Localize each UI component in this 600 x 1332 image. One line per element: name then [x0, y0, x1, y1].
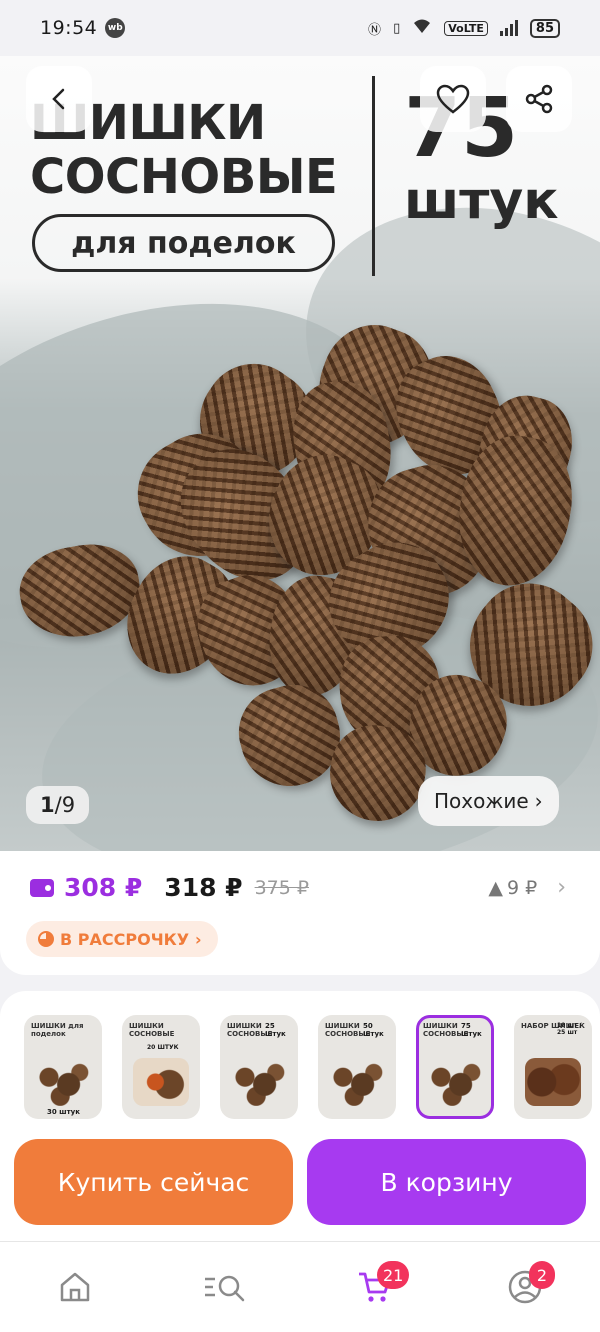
image-counter-total: /9: [54, 793, 76, 817]
nav-profile[interactable]: 2: [495, 1257, 555, 1317]
wifi-icon: [412, 18, 432, 38]
nav-cart[interactable]: 21: [345, 1257, 410, 1317]
add-to-cart-button[interactable]: В корзину: [307, 1139, 586, 1225]
status-time: 19:54: [40, 17, 98, 39]
nav-home[interactable]: [45, 1257, 105, 1317]
image-count-unit: штук: [404, 171, 559, 231]
wallet-price: 308 ₽: [64, 873, 143, 902]
variant-thumbnail-selected[interactable]: ШИШКИ СОСНОВЫЕ 75 штук: [416, 1015, 494, 1119]
variant-thumbnail[interactable]: ШИШКИ СОСНОВЫЕ 50 штук: [318, 1015, 396, 1119]
bottom-nav: 21 2: [0, 1241, 600, 1332]
variant-thumbnail[interactable]: НАБОР ШИШЕК 10 шт / 25 шт: [514, 1015, 592, 1119]
image-counter: 1 /9: [26, 786, 90, 824]
status-bar: 19:54 wb Ⓝ ▯ VoLTE 85: [0, 0, 600, 56]
chevron-right-icon[interactable]: ›: [557, 875, 566, 900]
variant-note: 20 ШТУК: [147, 1044, 179, 1051]
variant-image: [35, 1058, 91, 1106]
price-card: 308 ₽ 318 ₽ 375 ₽ ▲ 9 ₽ › В РАССРОЧКУ ›: [0, 851, 600, 975]
installment-button[interactable]: В РАССРОЧКУ ›: [26, 921, 218, 957]
triangle-up-icon: ▲: [488, 876, 503, 899]
variant-image: [329, 1058, 385, 1106]
price-history-button[interactable]: ▲ 9 ₽: [488, 877, 537, 899]
variant-title: ШИШКИ СОСНОВЫЕ: [129, 1022, 175, 1038]
variant-note: 75 штук: [461, 1022, 482, 1038]
status-icons: Ⓝ ▯ VoLTE 85: [368, 18, 560, 38]
profile-notification-badge: 2: [529, 1261, 555, 1289]
cart-count-badge: 21: [377, 1261, 410, 1289]
installment-label: В РАССРОЧКУ: [60, 929, 190, 949]
variant-note: 10 шт / 25 шт: [557, 1022, 582, 1036]
pie-chart-icon: [38, 931, 54, 947]
product-image[interactable]: ШИШКИ СОСНОВЫЕ для поделок 75 штук 1 /9 …: [0, 56, 600, 851]
share-icon: [525, 84, 553, 114]
nav-catalog[interactable]: [195, 1257, 255, 1317]
image-counter-current: 1: [40, 793, 55, 817]
variant-note: 30 штук: [47, 1108, 80, 1116]
battery-icon: 85: [529, 18, 560, 38]
price-drop-value: 9 ₽: [506, 876, 538, 899]
image-title-line2: СОСНОВЫЕ: [30, 149, 338, 205]
variant-image: [525, 1058, 581, 1106]
purchase-actions: Купить сейчас В корзину: [14, 1139, 586, 1225]
similar-button[interactable]: Похожие ›: [418, 776, 559, 826]
nfc-icon: Ⓝ: [368, 22, 382, 38]
variant-title: ШИШКИ для поделок: [31, 1022, 84, 1038]
wallet-icon: [30, 878, 54, 897]
variant-image: [133, 1058, 189, 1106]
catalog-search-icon: [205, 1275, 245, 1302]
variant-thumbnail[interactable]: ШИШКИ СОСНОВЫЕ 20 ШТУК: [122, 1015, 200, 1119]
current-price: 318 ₽: [164, 873, 243, 902]
variant-image: [231, 1058, 287, 1106]
old-price: 375 ₽: [254, 876, 309, 899]
volte-badge: VoLTE: [444, 20, 488, 36]
vibrate-icon: ▯: [393, 20, 401, 36]
image-divider: [372, 76, 375, 276]
price-row: 308 ₽ 318 ₽ 375 ₽ ▲ 9 ₽ ›: [30, 873, 566, 902]
chevron-left-icon: [52, 88, 65, 110]
home-icon: [60, 1272, 90, 1302]
wb-app-icon: wb: [105, 18, 126, 38]
share-button[interactable]: [506, 66, 572, 132]
back-button[interactable]: [26, 66, 92, 132]
image-subtitle: для поделок: [32, 214, 335, 272]
heart-icon: [436, 84, 470, 114]
signal-icon: [499, 20, 518, 36]
favorite-button[interactable]: [420, 66, 486, 132]
variant-thumbnail[interactable]: ШИШКИ для поделок 30 штук: [24, 1015, 102, 1119]
variant-image: [427, 1058, 483, 1106]
variant-thumbnails: ШИШКИ для поделок 30 штук ШИШКИ СОСНОВЫЕ…: [24, 1015, 592, 1119]
chevron-right-icon: ›: [195, 929, 202, 949]
chevron-right-icon: ›: [534, 789, 543, 813]
variant-note: 25 штук: [265, 1022, 286, 1038]
buy-now-button[interactable]: Купить сейчас: [14, 1139, 293, 1225]
variant-note: 50 штук: [363, 1022, 384, 1038]
variant-thumbnail[interactable]: ШИШКИ СОСНОВЫЕ 25 штук: [220, 1015, 298, 1119]
similar-label: Похожие: [434, 789, 529, 813]
